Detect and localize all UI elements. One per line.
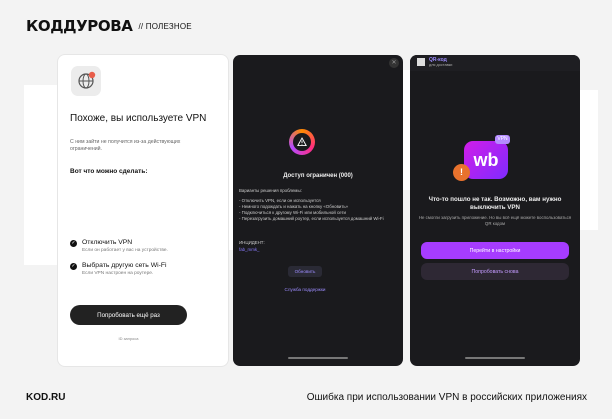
close-icon[interactable]: ✕ — [389, 58, 399, 68]
wb-vpn-screen: QR-код для доставки wb VPN ! Что-то пошл… — [410, 55, 580, 366]
screen-title: Доступ ограничен (000) — [283, 173, 353, 179]
option-label: Выбрать другую сеть Wi-Fi — [82, 262, 167, 269]
alert-icon: ! — [453, 164, 470, 181]
site-url[interactable]: KOD.RU — [26, 392, 65, 403]
incident-id[interactable]: fab_mmk_ — [239, 247, 260, 252]
refresh-button[interactable]: Обновить — [288, 266, 322, 277]
screen-title: Что-то пошло не так. Возможно, вам нужно… — [428, 196, 562, 211]
screen-title: Похоже, вы используете VPN — [70, 113, 207, 124]
qr-bar[interactable]: QR-код для доставки — [410, 55, 580, 71]
retry-button[interactable]: Попробовать снова — [421, 263, 569, 280]
solutions-intro: Варианты решения проблемы: — [239, 188, 302, 193]
wb-app-icon: wb — [464, 141, 508, 179]
options-heading: Вот что можно сделать: — [70, 168, 148, 175]
access-restricted-screen: ✕ Доступ ограничен (000) Варианты решени… — [233, 55, 403, 366]
request-id: ID запроса — [118, 336, 139, 341]
section-label: // ПОЛЕЗНОЕ — [138, 21, 192, 31]
qr-subtitle: для доставки — [429, 63, 453, 67]
site-logo[interactable]: КОДДУРОВА — [26, 17, 133, 35]
open-settings-button[interactable]: Перейти в настройки — [421, 242, 569, 259]
option-desc: Если он работает у вас на устройстве. — [82, 248, 168, 253]
background-block — [580, 90, 598, 230]
screen-subtitle: Не смогли загрузить приложение. Но вы вс… — [418, 215, 572, 226]
retry-button[interactable]: Попробовать ещё раз — [70, 305, 187, 325]
home-indicator — [465, 357, 525, 359]
solutions-list: Варианты решения проблемы: - Отключить V… — [239, 188, 397, 222]
globe-vpn-icon — [71, 66, 101, 96]
screen-subtitle: С ним зайти не получится из-за действующ… — [70, 139, 181, 152]
warning-icon — [289, 129, 315, 155]
background-block — [24, 85, 58, 265]
solution-item: - Перезагрузить домашний роутер, если ис… — [239, 216, 384, 221]
option-desc: Если VPN настроен на роутере. — [82, 271, 154, 276]
home-indicator — [288, 357, 348, 359]
page-header: КОДДУРОВА // ПОЛЕЗНОЕ — [26, 16, 192, 36]
check-icon: ✓ — [70, 263, 77, 270]
image-caption: Ошибка при использовании VPN в российски… — [306, 392, 587, 403]
vpn-screen-light: Похоже, вы используете VPN С ним зайти н… — [58, 55, 228, 366]
option-label: Отключить VPN — [82, 239, 133, 246]
qr-code-icon — [417, 58, 425, 66]
support-link[interactable]: Служба поддержки — [233, 287, 377, 292]
incident-label: ИНЦИДЕНТ: — [239, 240, 265, 245]
vpn-badge: VPN — [495, 135, 510, 144]
check-icon: ✓ — [70, 240, 77, 247]
